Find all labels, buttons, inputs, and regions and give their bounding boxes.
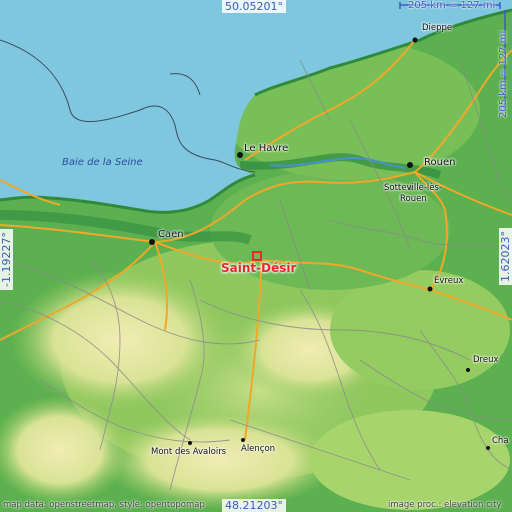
terrain-map bbox=[0, 0, 512, 512]
city-label-dieppe: Dieppe bbox=[422, 23, 453, 33]
coordinate-bottom: 48.21203° bbox=[222, 499, 286, 512]
city-label-dreux: Dreux bbox=[473, 355, 499, 365]
map-view[interactable]: Baie de la Seine Dieppe Le Havre Rouen S… bbox=[0, 0, 512, 512]
city-label-mont-des-avaloirs: Mont des Avaloirs bbox=[151, 447, 227, 457]
city-label-caen: Caen bbox=[158, 229, 184, 240]
focus-place-label: Saint-Désir bbox=[221, 261, 297, 275]
city-label-cha: Cha bbox=[492, 436, 509, 446]
coordinate-top: 50.05201° bbox=[222, 0, 286, 13]
city-label-sotteville: Sotteville-lès- bbox=[384, 183, 442, 193]
sea-label: Baie de la Seine bbox=[62, 157, 143, 168]
city-label-alencon: Alençon bbox=[241, 444, 276, 454]
city-label-evreux: Évreux bbox=[434, 276, 464, 286]
scale-label-vertical: 205 km = 127 mi bbox=[498, 30, 509, 118]
attribution-map-data: map data: openstreetmap, style: opentopo… bbox=[3, 500, 205, 510]
coordinate-right: 1.62023° bbox=[499, 228, 512, 285]
city-label-rouen-sub: Rouen bbox=[400, 194, 427, 204]
city-label-le-havre: Le Havre bbox=[244, 143, 289, 154]
scale-label-horizontal: 205 km = 127 mi bbox=[408, 0, 496, 11]
coordinate-left: -1.19227° bbox=[0, 229, 13, 290]
city-label-rouen: Rouen bbox=[424, 157, 456, 168]
attribution-image-proc: image proc.: elevation.city bbox=[388, 500, 502, 510]
